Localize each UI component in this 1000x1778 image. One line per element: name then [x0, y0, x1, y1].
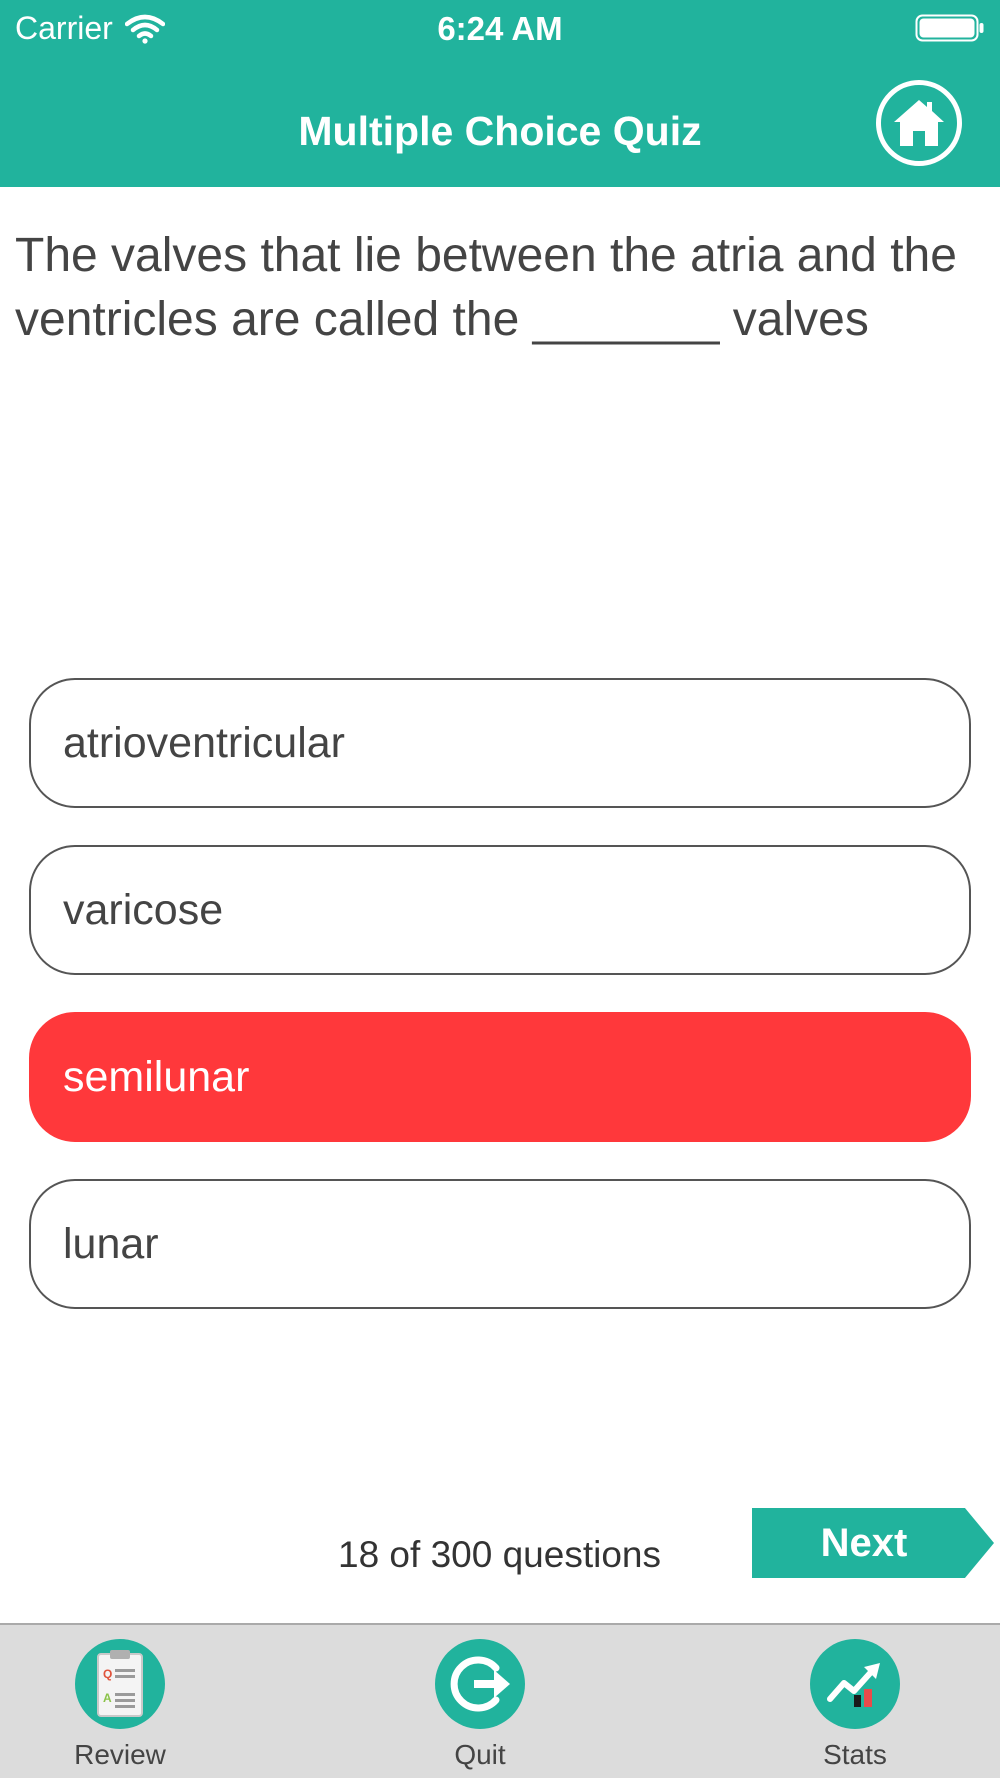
question-text: The valves that lie between the atria an… — [15, 229, 957, 346]
answer-option-2[interactable]: varicose — [29, 845, 971, 975]
svg-text:Q: Q — [103, 1667, 112, 1681]
svg-text:A: A — [103, 1691, 112, 1705]
answer-label: atrioventricular — [63, 718, 345, 767]
tab-bar: Q A Review Quit Stats — [0, 1623, 1000, 1778]
review-icon: Q A — [75, 1639, 165, 1729]
tab-label: Stats — [823, 1739, 887, 1770]
tab-label: Quit — [454, 1739, 506, 1770]
answer-option-3[interactable]: semilunar — [29, 1012, 971, 1142]
header-bar: Carrier 6:24 AM Multiple Choice Quiz — [0, 0, 1000, 187]
answer-label: lunar — [63, 1219, 159, 1268]
battery-icon — [915, 14, 984, 42]
tab-stats[interactable]: Stats — [775, 1639, 935, 1771]
answer-list: atrioventricular varicose semilunar luna… — [29, 678, 971, 1346]
tab-review[interactable]: Q A Review — [40, 1639, 200, 1771]
home-icon — [894, 100, 944, 146]
answer-option-1[interactable]: atrioventricular — [29, 678, 971, 808]
tab-label: Review — [74, 1739, 166, 1770]
page-title: Multiple Choice Quiz — [298, 108, 702, 154]
status-bar: Carrier 6:24 AM — [0, 0, 1000, 56]
answer-label: varicose — [63, 885, 224, 934]
status-time: 6:24 AM — [437, 10, 563, 47]
stats-icon — [810, 1639, 900, 1729]
question-progress: 18 of 300 questions — [338, 1534, 661, 1575]
answer-option-4[interactable]: lunar — [29, 1179, 971, 1309]
home-button[interactable] — [876, 80, 962, 166]
tab-quit[interactable]: Quit — [400, 1639, 560, 1771]
answer-label: semilunar — [63, 1052, 250, 1101]
next-button[interactable]: Next — [752, 1508, 994, 1578]
quit-icon — [435, 1639, 525, 1729]
